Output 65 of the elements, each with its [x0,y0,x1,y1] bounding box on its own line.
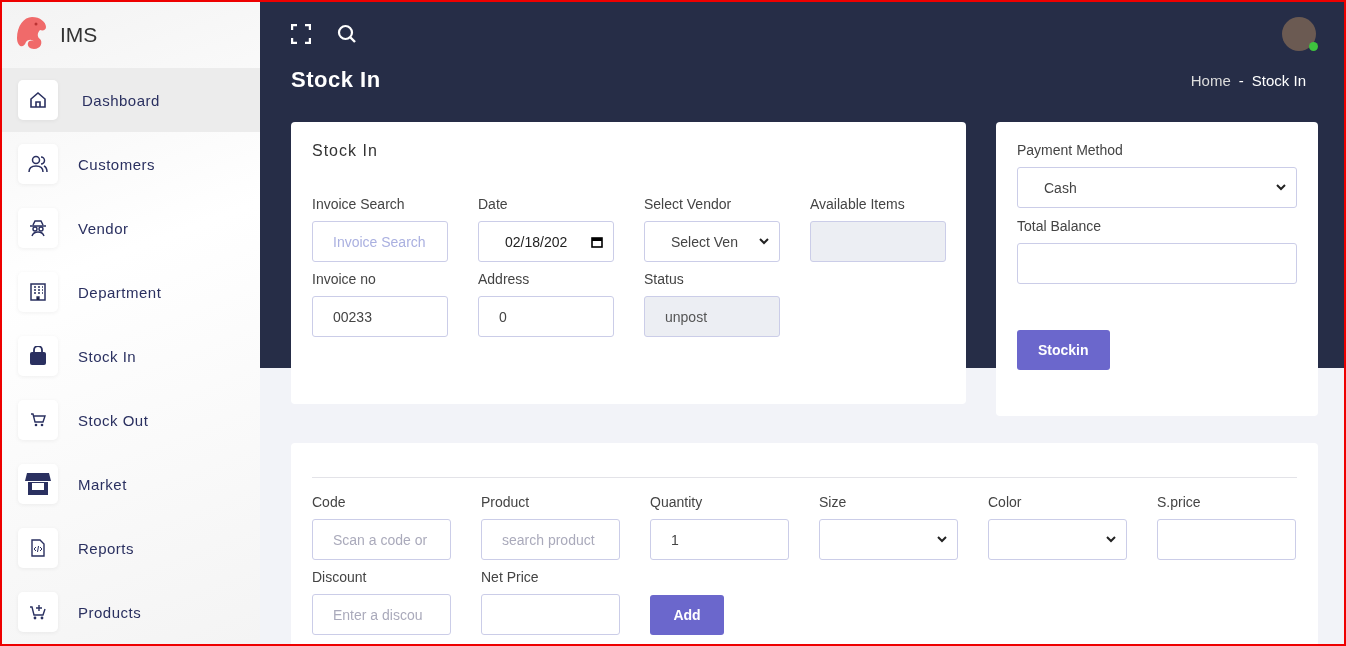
sidebar-item[interactable]: Dashboard [2,68,260,132]
sidebar-item[interactable]: Stock Out [2,388,260,452]
search-icon[interactable] [337,24,357,44]
select-field[interactable]: Cash [1017,167,1297,208]
home-icon [29,91,47,109]
spy-icon [29,219,47,237]
sidebar-item[interactable]: Customers [2,132,260,196]
sidebar-item[interactable]: Stock In [2,324,260,388]
cart-icon [30,413,46,427]
input-field[interactable] [1157,519,1296,560]
sidebar-item[interactable]: Department [2,260,260,324]
input-field[interactable] [481,594,620,635]
sidebar-item[interactable]: Vendor [2,196,260,260]
field-label: Total Balance [1017,218,1103,234]
input-field[interactable]: Enter a discou [312,594,451,635]
field-label: Available Items [810,196,906,212]
chevron-down-icon [937,536,947,543]
field-label: Net Price [481,569,540,585]
field-label: Code [312,494,347,510]
input-field[interactable]: 00233 [312,296,448,337]
field-label: Address [478,271,531,287]
input-field[interactable]: search product [481,519,620,560]
building-icon [30,283,46,301]
select-field[interactable]: Select Ven [644,221,780,262]
select-field[interactable] [988,519,1127,560]
input-field[interactable]: Invoice Search [312,221,448,262]
shopping-bag-icon [29,346,47,366]
field-label: Quantity [650,494,704,510]
field-label: Color [988,494,1023,510]
field-label: Invoice Search [312,196,406,212]
stockin-button[interactable]: Stockin [1017,330,1110,370]
sidebar-item[interactable]: Products [2,580,260,644]
select-field[interactable] [819,519,958,560]
field-label: Discount [312,569,368,585]
field-label: Invoice no [312,271,377,287]
field-label: Size [819,494,848,510]
sidebar-item[interactable]: Market [2,452,260,516]
field-label: Select Vendor [644,196,733,212]
store-icon [25,472,51,496]
cart-plus-icon [29,604,47,620]
field-label: Payment Method [1017,142,1124,158]
chevron-down-icon [1106,536,1116,543]
chevron-down-icon [759,238,769,245]
users-icon [28,155,48,173]
calendar-icon [591,235,603,248]
input-field[interactable]: Scan a code or [312,519,451,560]
code-file-icon [31,539,45,557]
app-name: IMS [60,23,98,47]
field-label: S.price [1157,494,1202,510]
page-title: Stock In [291,67,381,93]
date-field[interactable]: 02/18/202 [478,221,614,262]
add-button[interactable]: Add [650,594,724,635]
breadcrumb-link[interactable]: Home [1190,71,1231,89]
fullscreen-icon[interactable] [291,24,311,44]
breadcrumb-current: Stock In [1251,71,1306,89]
breadcrumb-separator: - [1238,71,1244,89]
field-label: Date [478,196,509,212]
input-field[interactable]: 1 [650,519,789,560]
field-label: Status [644,271,685,287]
field-label: Product [481,494,531,510]
input-field[interactable] [1017,243,1297,284]
card-title: Stock In [312,142,379,160]
sidebar-item[interactable]: Reports [2,516,260,580]
chevron-down-icon [1276,184,1286,191]
input-field[interactable]: 0 [478,296,614,337]
